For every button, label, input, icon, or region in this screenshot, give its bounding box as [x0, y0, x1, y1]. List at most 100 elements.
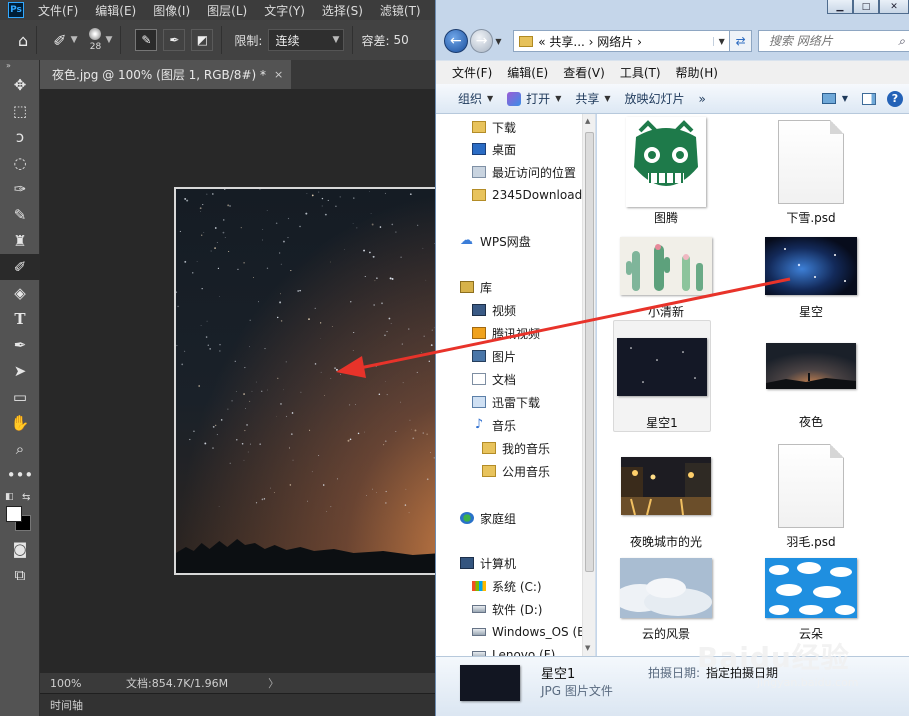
search-box[interactable]: ⌕ — [757, 30, 909, 52]
nav-item-libraries[interactable]: 库 — [460, 276, 492, 298]
nav-item-recent[interactable]: 最近访问的位置 — [472, 161, 576, 183]
marquee-tool-icon[interactable]: ⬚ — [0, 98, 40, 124]
chevron-down-icon[interactable]: ▼ — [842, 94, 848, 103]
nav-item-drive-d[interactable]: 软件 (D:) — [472, 598, 542, 620]
nav-item-drive-e[interactable]: Windows_OS (E — [472, 621, 585, 643]
back-arrow-icon[interactable]: ← — [444, 29, 468, 53]
navigation-scrollbar[interactable]: ▲ ▼ — [582, 114, 595, 656]
nav-item-wps-drive[interactable]: ☁ WPS网盘 — [460, 230, 531, 252]
ps-menu-image[interactable]: 图像(I) — [145, 2, 199, 19]
explorer-menu-help[interactable]: 帮助(H) — [668, 64, 725, 81]
lasso-tool-icon[interactable]: ↄ — [0, 124, 40, 150]
file-item-city-lights[interactable]: 夜晚城市的光 — [617, 440, 715, 552]
nav-item-2345downloads[interactable]: 2345Downloads — [472, 184, 588, 206]
chevron-down-icon[interactable]: ▼ — [713, 36, 729, 46]
sampling-once-icon[interactable]: ✒ — [163, 29, 186, 51]
address-bar[interactable]: « 共享... › 网络片 › ▼ — [513, 30, 731, 52]
night-sky-image[interactable] — [174, 187, 474, 575]
help-button[interactable]: ? — [886, 90, 904, 107]
zoom-tool-icon[interactable]: ⌕ — [0, 436, 40, 462]
nav-item-documents[interactable]: 文档 — [472, 368, 516, 390]
path-selection-tool-icon[interactable]: ➤ — [0, 358, 40, 384]
document-tab[interactable]: 夜色.jpg @ 100% (图层 1, RGB/8#) * × — [40, 60, 292, 89]
close-icon[interactable]: ✕ — [879, 0, 909, 14]
more-tools-icon[interactable]: ••• — [0, 462, 40, 488]
ps-menu-filter[interactable]: 滤镜(T) — [372, 2, 430, 19]
nav-item-computer[interactable]: 计算机 — [460, 552, 516, 574]
file-item-totem[interactable]: 图腾 — [617, 116, 715, 228]
swap-colors-icon[interactable]: ⇆ — [22, 492, 30, 503]
ps-menu-layer[interactable]: 图层(L) — [199, 2, 256, 19]
maximize-icon[interactable]: □ — [853, 0, 879, 14]
file-item-starry-1[interactable]: 星空1 — [613, 320, 711, 432]
chevron-down-icon[interactable]: ▼ — [71, 35, 78, 45]
screen-mode-icon[interactable]: ⧉ — [0, 562, 40, 588]
type-tool-icon[interactable]: T — [0, 306, 40, 332]
default-colors-icon[interactable]: ◧ — [5, 492, 14, 502]
brush-tool-icon[interactable]: ✎ — [0, 202, 40, 228]
stamp-tool-icon[interactable]: ♜ — [0, 228, 40, 254]
rectangle-tool-icon[interactable]: ▭ — [0, 384, 40, 410]
eyedropper-tool-icon[interactable]: ✑ — [0, 176, 40, 202]
change-view-button[interactable] — [820, 91, 838, 107]
move-tool-icon[interactable]: ✥ — [0, 72, 40, 98]
organize-button[interactable]: 组织 ▼ — [452, 90, 501, 107]
file-item-night[interactable]: 夜色 — [762, 320, 860, 432]
open-button[interactable]: 打开 ▼ — [501, 90, 569, 107]
tolerance-value[interactable]: 50 — [394, 33, 409, 47]
search-icon[interactable]: ⌕ — [898, 34, 905, 49]
background-eraser-tool-icon[interactable]: ✐ — [53, 31, 66, 50]
zoom-level[interactable]: 100% — [40, 677, 90, 690]
nav-item-homegroup[interactable]: 家庭组 — [460, 507, 516, 529]
sampling-continuous-icon[interactable]: ✎ — [135, 29, 158, 51]
pen-tool-icon[interactable]: ✒ — [0, 332, 40, 358]
ps-menu-edit[interactable]: 编辑(E) — [87, 2, 145, 19]
nav-item-desktop[interactable]: 桌面 — [472, 138, 516, 160]
nav-item-my-music[interactable]: 我的音乐 — [482, 437, 550, 459]
paint-bucket-tool-icon[interactable]: ◈ — [0, 280, 40, 306]
background-eraser-tool-icon[interactable]: ✐ — [0, 254, 40, 280]
scroll-up-icon[interactable]: ▲ — [585, 117, 590, 125]
file-item-snow-psd[interactable]: 下雪.psd — [762, 116, 860, 228]
explorer-menu-edit[interactable]: 编辑(E) — [499, 64, 555, 81]
share-button[interactable]: 共享 ▼ — [569, 90, 618, 107]
preview-pane-button[interactable] — [860, 91, 878, 107]
more-commands-button[interactable]: » — [693, 92, 714, 106]
nav-item-downloads[interactable]: 下载 — [472, 116, 516, 138]
foreground-color-swatch[interactable] — [6, 506, 22, 522]
quick-selection-tool-icon[interactable]: ◌ — [0, 150, 40, 176]
forward-arrow-icon[interactable]: → — [469, 29, 494, 53]
nav-item-tencent-video[interactable]: 腾讯视频 — [472, 322, 540, 344]
chevron-down-icon[interactable]: ▼ — [105, 35, 112, 45]
scroll-down-icon[interactable]: ▼ — [585, 644, 590, 652]
chevron-down-icon[interactable]: ▼ — [495, 37, 507, 46]
slideshow-button[interactable]: 放映幻灯片 — [619, 90, 693, 107]
ps-menu-type[interactable]: 文字(Y) — [256, 2, 314, 19]
limit-select[interactable]: 连续 ▼ — [268, 29, 345, 51]
hand-tool-icon[interactable]: ✋ — [0, 410, 40, 436]
collapse-toolbar-icon[interactable]: » — [0, 60, 39, 72]
scrollbar-thumb[interactable] — [585, 132, 594, 572]
address-path[interactable]: « 共享... › 网络片 › — [538, 33, 713, 50]
sampling-swatch-icon[interactable]: ◩ — [191, 29, 214, 51]
quick-mask-icon[interactable]: ◙ — [0, 536, 40, 562]
nav-item-thunder[interactable]: 迅雷下载 — [472, 391, 540, 413]
close-icon[interactable]: × — [274, 68, 283, 81]
refresh-icon[interactable]: ⇄ — [730, 30, 752, 52]
explorer-menu-file[interactable]: 文件(F) — [444, 64, 499, 81]
minimize-icon[interactable]: ▁ — [827, 0, 853, 14]
explorer-menu-tools[interactable]: 工具(T) — [612, 64, 668, 81]
nav-item-public-music[interactable]: 公用音乐 — [482, 460, 550, 482]
status-menu-arrow-icon[interactable]: 〉 — [268, 675, 279, 691]
nav-item-drive-c[interactable]: 系统 (C:) — [472, 575, 542, 597]
brush-size-picker[interactable]: 28 — [89, 28, 102, 52]
ps-menu-file[interactable]: 文件(F) — [30, 2, 87, 19]
ps-menu-select[interactable]: 选择(S) — [314, 2, 372, 19]
nav-item-videos[interactable]: 视频 — [472, 299, 516, 321]
nav-item-drive-f[interactable]: Lenovo (F) — [472, 644, 555, 656]
nav-item-music[interactable]: ♪ 音乐 — [472, 414, 516, 436]
home-icon[interactable]: ⌂ — [18, 31, 28, 50]
search-input[interactable] — [768, 34, 889, 48]
explorer-menu-view[interactable]: 查看(V) — [555, 64, 612, 81]
file-item-feather-psd[interactable]: 羽毛.psd — [762, 440, 860, 552]
